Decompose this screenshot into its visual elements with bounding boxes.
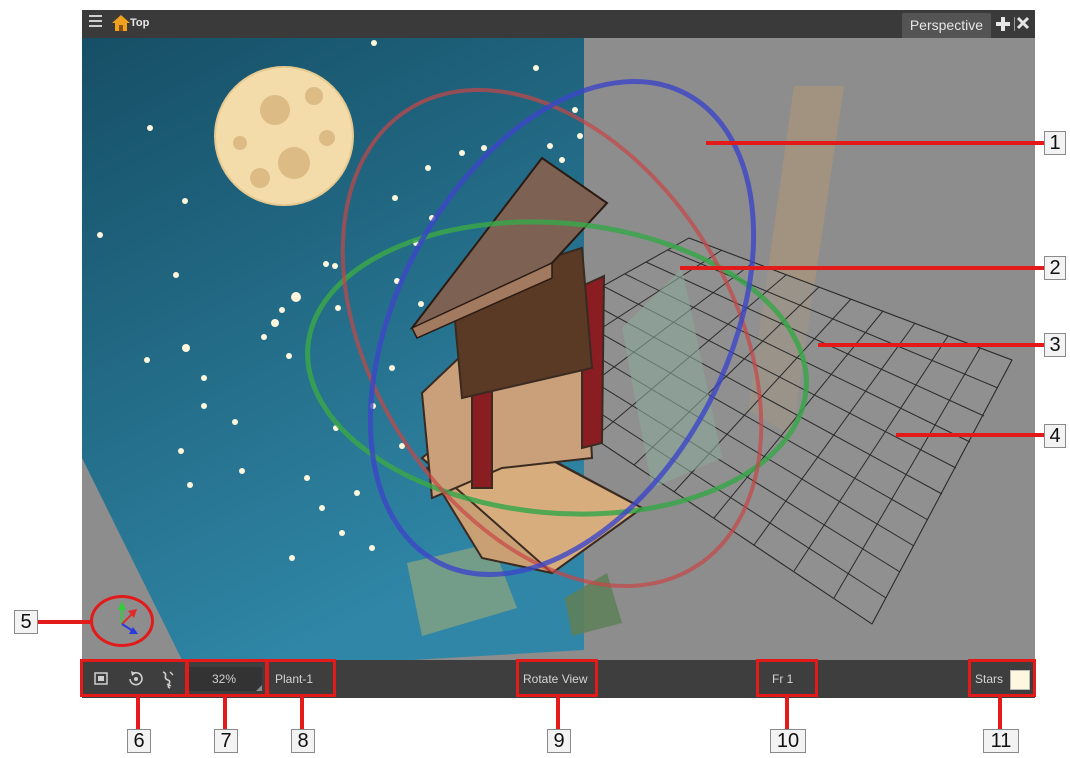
divider xyxy=(1014,17,1015,31)
current-tool-name: Rotate View xyxy=(523,672,588,686)
reset-view-icon[interactable] xyxy=(88,667,114,691)
background-color-swatch[interactable] xyxy=(1010,670,1030,690)
leader-line-6 xyxy=(136,697,140,729)
leader-line-9 xyxy=(556,697,560,729)
leader-line-10 xyxy=(785,697,789,729)
callout-number-2: 2 xyxy=(1044,256,1066,280)
view-title: Top xyxy=(130,17,150,29)
callout-number-10: 10 xyxy=(770,729,806,753)
callout-number-7: 7 xyxy=(214,729,238,753)
toggle-quality-icon[interactable] xyxy=(154,667,180,691)
tab-perspective[interactable]: Perspective xyxy=(901,13,991,38)
callout-number-6: 6 xyxy=(127,729,151,753)
current-drawing-name: Plant-1 xyxy=(275,672,314,686)
add-view-icon[interactable] xyxy=(995,16,1011,32)
perspective-viewport[interactable] xyxy=(82,38,1035,660)
leader-line-11 xyxy=(998,697,1002,729)
axis-gizmo-icon xyxy=(118,601,138,634)
callout-number-1: 1 xyxy=(1044,131,1066,155)
view-toolbar: Top Perspective xyxy=(82,10,1035,38)
callout-number-4: 4 xyxy=(1044,424,1066,448)
leader-line-7 xyxy=(223,697,227,729)
zoom-menu[interactable]: 32% xyxy=(186,667,262,691)
reset-rotation-icon[interactable] xyxy=(122,667,148,691)
menu-icon[interactable] xyxy=(89,15,102,31)
callout-number-3: 3 xyxy=(1044,333,1066,357)
current-frame: Fr 1 xyxy=(772,672,794,686)
view-status-bar: 32% Plant-1 Rotate View Fr 1 Stars xyxy=(82,660,1035,698)
callout-number-9: 9 xyxy=(547,729,571,753)
callout-number-8: 8 xyxy=(291,729,315,753)
callout-number-11: 11 xyxy=(983,729,1019,753)
zoom-dropdown-icon xyxy=(256,685,262,691)
background-color-label: Stars xyxy=(975,672,1004,686)
home-icon[interactable] xyxy=(111,13,131,33)
zoom-level: 32% xyxy=(211,672,237,686)
callout-number-5: 5 xyxy=(14,610,38,634)
moon-drawing xyxy=(214,66,354,206)
leader-line-8 xyxy=(300,697,304,729)
camera-view-window: Top Perspective 32% Plant-1 Rotate View … xyxy=(0,0,1070,758)
close-icon[interactable] xyxy=(1016,16,1030,30)
